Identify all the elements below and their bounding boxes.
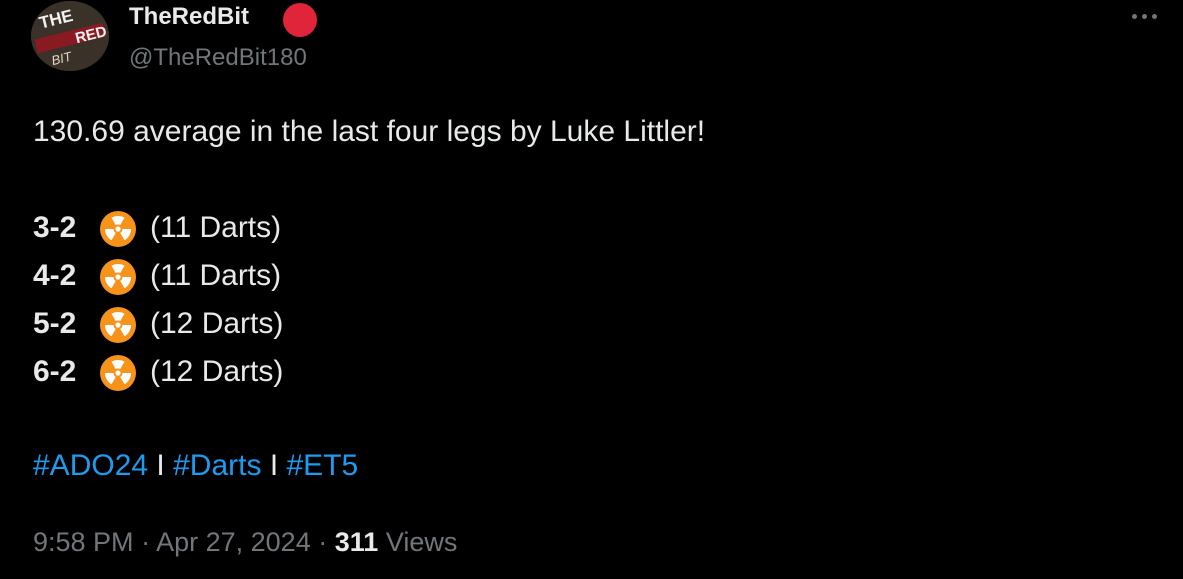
leg-darts: (12 Darts) bbox=[150, 355, 284, 388]
post-time[interactable]: 9:58 PM bbox=[33, 527, 134, 557]
radioactive-icon bbox=[100, 307, 136, 343]
radioactive-icon bbox=[100, 259, 136, 295]
hashtag-line: #ADO24 I #Darts I #ET5 bbox=[33, 446, 358, 486]
post-date[interactable]: Apr 27, 2024 bbox=[156, 527, 311, 557]
meta-separator: · bbox=[141, 527, 151, 557]
avatar-logo-icon: THE RED BIT bbox=[31, 1, 109, 71]
verified-badge-icon bbox=[283, 3, 317, 37]
more-options-button[interactable] bbox=[1128, 2, 1162, 30]
tweet-meta: 9:58 PM · Apr 27, 2024 · 311 Views bbox=[33, 522, 457, 562]
tweet-headline: 130.69 average in the last four legs by … bbox=[33, 115, 706, 148]
leg-score: 4-2 bbox=[33, 259, 77, 292]
leg-darts: (12 Darts) bbox=[150, 307, 284, 340]
leg-darts: (11 Darts) bbox=[150, 211, 282, 244]
hashtag-link[interactable]: #ET5 bbox=[287, 449, 359, 482]
meta-separator: · bbox=[318, 527, 328, 557]
leg-darts: (11 Darts) bbox=[150, 259, 282, 292]
avatar[interactable]: THE RED BIT bbox=[31, 1, 109, 71]
leg-score: 5-2 bbox=[33, 307, 77, 340]
radioactive-icon bbox=[100, 211, 136, 247]
hashtag-separator: I bbox=[156, 449, 165, 482]
tweet-card: THE RED BIT TheRedBit @TheRedBit180 130.… bbox=[0, 0, 1183, 579]
leg-score: 6-2 bbox=[33, 355, 77, 388]
radioactive-icon bbox=[100, 355, 136, 391]
hashtag-link[interactable]: #ADO24 bbox=[33, 449, 148, 482]
author-display-name[interactable]: TheRedBit bbox=[129, 1, 249, 33]
more-dot-icon bbox=[1152, 14, 1157, 19]
leg-score: 3-2 bbox=[33, 211, 77, 244]
views-label: Views bbox=[385, 527, 458, 557]
more-dot-icon bbox=[1142, 14, 1147, 19]
hashtag-separator: I bbox=[269, 449, 279, 482]
hashtag-link[interactable]: #Darts bbox=[173, 449, 261, 482]
more-dot-icon bbox=[1132, 14, 1137, 19]
author-handle[interactable]: @TheRedBit180 bbox=[129, 42, 307, 74]
views-count: 311 bbox=[334, 527, 379, 557]
